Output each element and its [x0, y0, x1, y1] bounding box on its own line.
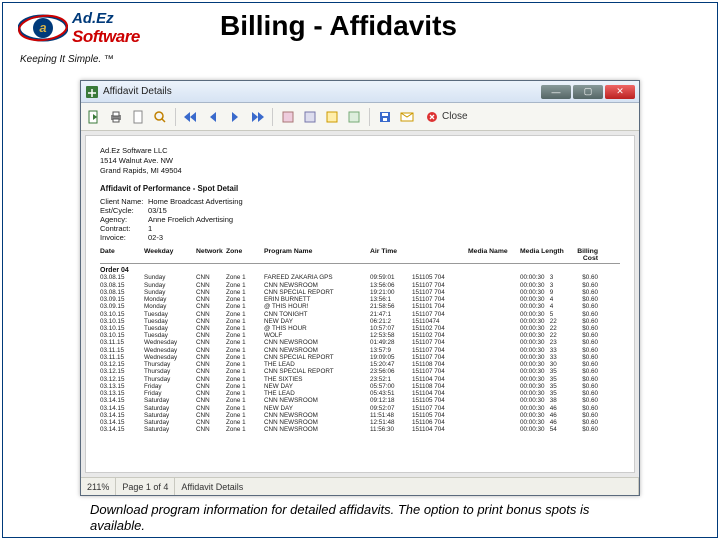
brand-logo: a Ad.Ez Software	[18, 4, 198, 52]
col-air	[412, 248, 468, 262]
table-row: 03.11.15WednesdayCNNZone 1CNN NEWSROOM13…	[100, 347, 620, 354]
company-header: Ad.Ez Software LLC 1514 Walnut Ave. NW G…	[100, 146, 620, 176]
table-row: 03.10.15TuesdayCNNZone 1WOLF12:53:581511…	[100, 332, 620, 339]
document-preview[interactable]: Ad.Ez Software LLC 1514 Walnut Ave. NW G…	[85, 135, 635, 473]
meta-label: Invoice:	[100, 233, 148, 242]
table-body: 03.08.15SundayCNNZone 1FAREED ZAKARIA GP…	[100, 274, 620, 433]
table-row: 03.09.15MondayCNNZone 1ERIN BURNETT13:56…	[100, 296, 620, 303]
logo-line2: Software	[72, 27, 140, 47]
brand-tagline: Keeping It Simple. ™	[20, 54, 114, 65]
logo-line1: Ad.Ez	[72, 10, 140, 27]
window-maximize-button[interactable]: ▢	[573, 85, 603, 99]
table-row: 03.08.15SundayCNNZone 1CNN SPECIAL REPOR…	[100, 289, 620, 296]
toolbar-separator	[175, 108, 176, 126]
table-row: 03.12.15ThursdayCNNZone 1THE LEAD15:20:4…	[100, 361, 620, 368]
company-name: Ad.Ez Software LLC	[100, 146, 620, 156]
table-row: 03.09.15MondayCNNZone 1@ THIS HOUR!21:58…	[100, 303, 620, 310]
meta-value: 1	[148, 224, 152, 233]
status-zoom[interactable]: 211%	[81, 478, 116, 495]
table-row: 03.11.15WednesdayCNNZone 1CNN SPECIAL RE…	[100, 354, 620, 361]
meta-label: Client Name:	[100, 197, 148, 206]
table-row: 03.12.15ThursdayCNNZone 1CNN SPECIAL REP…	[100, 368, 620, 375]
table-row: 03.14.15SaturdayCNNZone 1CNN NEWSROOM09:…	[100, 397, 620, 404]
window-title: Affidavit Details	[103, 86, 172, 97]
toolbar-save-button[interactable]	[376, 108, 394, 126]
section-title: Affidavit of Performance - Spot Detail	[100, 184, 620, 193]
toolbar-last-button[interactable]	[248, 108, 266, 126]
toolbar-next-button[interactable]	[226, 108, 244, 126]
col-date: Date	[100, 248, 144, 262]
table-row: 03.08.15SundayCNNZone 1CNN NEWSROOM13:56…	[100, 282, 620, 289]
table-row: 03.08.15SundayCNNZone 1FAREED ZAKARIA GP…	[100, 274, 620, 281]
toolbar-tool-a[interactable]	[279, 108, 297, 126]
table-row: 03.14.15SaturdayCNNZone 1NEW DAY09:52:07…	[100, 405, 620, 412]
table-row: 03.10.15TuesdayCNNZone 1NEW DAY06:21:215…	[100, 318, 620, 325]
col-zone: Zone	[226, 248, 264, 262]
toolbar-print-button[interactable]	[107, 108, 125, 126]
toolbar-tool-b[interactable]	[301, 108, 319, 126]
status-page: Page 1 of 4	[116, 478, 175, 495]
table-row: 03.11.15WednesdayCNNZone 1CNN NEWSROOM01…	[100, 339, 620, 346]
company-addr2: Grand Rapids, MI 49504	[100, 166, 620, 176]
col-airtime: Air Time	[370, 248, 412, 262]
window-close-button[interactable]: ✕	[605, 85, 635, 99]
status-tab: Affidavit Details	[175, 478, 639, 495]
table-row: 03.14.15SaturdayCNNZone 1CNN NEWSROOM12:…	[100, 419, 620, 426]
col-len: Media Length	[520, 248, 564, 262]
slide-caption: Download program information for detaile…	[90, 502, 630, 535]
table-row: 03.10.15TuesdayCNNZone 1@ THIS HOUR10:57…	[100, 325, 620, 332]
table-row: 03.13.15FridayCNNZone 1THE LEAD05:43:511…	[100, 390, 620, 397]
meta-label: Contract:	[100, 224, 148, 233]
meta-label: Est/Cycle:	[100, 206, 148, 215]
toolbar-tool-c[interactable]	[323, 108, 341, 126]
toolbar-prev-button[interactable]	[204, 108, 222, 126]
order-label: Order 04	[100, 267, 620, 274]
toolbar-tool-d[interactable]	[345, 108, 363, 126]
toolbar-close-label: Close	[442, 111, 468, 122]
meta-value: Anne Froelich Advertising	[148, 215, 233, 224]
window-titlebar[interactable]: Affidavit Details — ▢ ✕	[81, 81, 639, 103]
logo-icon: a	[18, 8, 68, 48]
table-row: 03.12.15ThursdayCNNZone 1THE SIXTIES23:5…	[100, 376, 620, 383]
affidavit-window: Affidavit Details — ▢ ✕ Close Ad.Ez Soft…	[80, 80, 640, 496]
company-addr1: 1514 Walnut Ave. NW	[100, 156, 620, 166]
toolbar-mail-button[interactable]	[398, 108, 416, 126]
table-row: 03.14.15SaturdayCNNZone 1CNN NEWSROOM11:…	[100, 412, 620, 419]
col-media: Media Name	[468, 248, 520, 262]
window-icon	[85, 85, 99, 99]
slide-title: Billing - Affidavits	[220, 10, 457, 42]
toolbar-page-button[interactable]	[129, 108, 147, 126]
toolbar-close-button[interactable]: Close	[426, 111, 468, 123]
col-weekday: Weekday	[144, 248, 196, 262]
toolbar-export-button[interactable]	[85, 108, 103, 126]
col-program: Program Name	[264, 248, 370, 262]
col-network: Network	[196, 248, 226, 262]
meta-label: Agency:	[100, 215, 148, 224]
table-header: Date Weekday Network Zone Program Name A…	[100, 248, 620, 264]
toolbar-search-icon[interactable]	[151, 108, 169, 126]
meta-value: 02-3	[148, 233, 163, 242]
window-minimize-button[interactable]: —	[541, 85, 571, 99]
table-row: 03.10.15TuesdayCNNZone 1CNN TONIGHT21:47…	[100, 311, 620, 318]
meta-value: 03/15	[148, 206, 167, 215]
table-row: 03.13.15FridayCNNZone 1NEW DAY05:57:0015…	[100, 383, 620, 390]
toolbar-separator	[272, 108, 273, 126]
toolbar-first-button[interactable]	[182, 108, 200, 126]
toolbar: Close	[81, 103, 639, 131]
toolbar-separator	[369, 108, 370, 126]
meta-value: Home Broadcast Advertising	[148, 197, 243, 206]
status-bar: 211% Page 1 of 4 Affidavit Details	[81, 477, 639, 495]
close-icon	[426, 111, 438, 123]
table-row: 03.14.15SaturdayCNNZone 1CNN NEWSROOM11:…	[100, 426, 620, 433]
svg-text:a: a	[39, 20, 46, 35]
col-bill: Billing Cost	[564, 248, 598, 262]
